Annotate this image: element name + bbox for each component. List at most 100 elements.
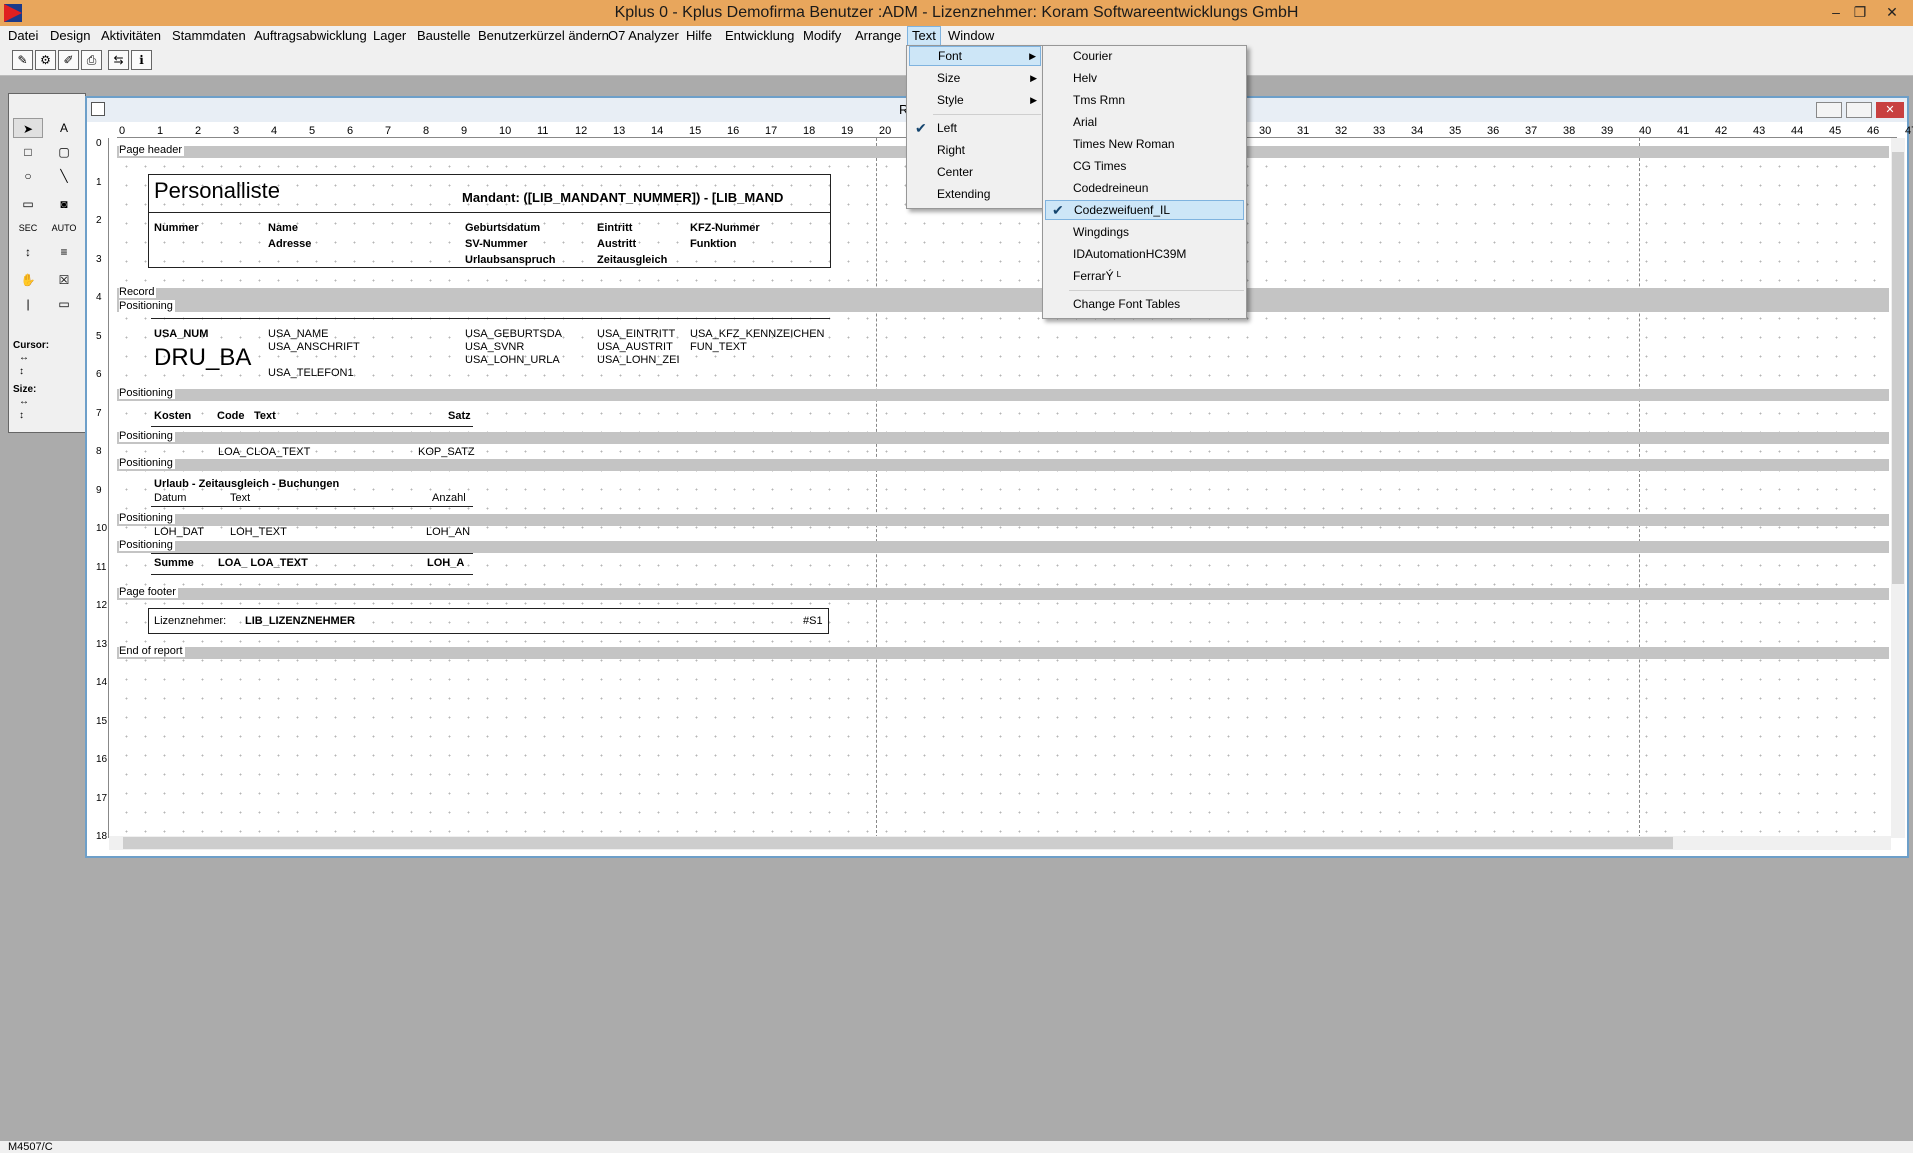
- menu-entwicklung[interactable]: Entwicklung: [725, 26, 794, 46]
- menu-item-font[interactable]: Font ▶: [909, 46, 1041, 66]
- field-usa-telefon[interactable]: USA_TELEFON1: [268, 367, 354, 379]
- col-geburtsdatum[interactable]: Geburtsdatum: [465, 222, 540, 234]
- field-usa-kfz[interactable]: USA_KFZ_KENNZEICHEN: [690, 328, 824, 340]
- field-usa-lohn-urla[interactable]: USA_LOHN_URLA: [465, 354, 560, 366]
- menu-stammdaten[interactable]: Stammdaten: [172, 26, 246, 46]
- horizontal-scroll-thumb[interactable]: [123, 837, 1673, 849]
- line-tool-icon[interactable]: ╲: [49, 166, 79, 186]
- summe-label[interactable]: Summe: [154, 557, 194, 569]
- ellipse-tool-icon[interactable]: ○: [13, 166, 43, 186]
- toolbar-swap-icon[interactable]: ⇆: [108, 50, 129, 70]
- sort-tool-icon[interactable]: ↕: [13, 242, 43, 262]
- menu-item-right[interactable]: Right: [909, 140, 1041, 160]
- field-page-number[interactable]: #S1: [803, 615, 823, 627]
- menu-arrange[interactable]: Arrange: [855, 26, 901, 46]
- vertical-scroll-thumb[interactable]: [1892, 152, 1904, 584]
- auto-tool-icon[interactable]: AUTO: [49, 218, 79, 238]
- field-usa-anschrift[interactable]: USA_ANSCHRIFT: [268, 341, 360, 353]
- rounded-rect-tool-icon[interactable]: ▢: [49, 142, 79, 162]
- font-cg-times[interactable]: CG Times: [1045, 156, 1244, 176]
- field-tool-icon[interactable]: ▭: [13, 194, 43, 214]
- picture-tool-icon[interactable]: ◙: [49, 194, 79, 214]
- menu-item-left[interactable]: ✔ Left: [909, 118, 1041, 138]
- field-loh-text[interactable]: LOH_TEXT: [230, 526, 287, 538]
- font-wingdings[interactable]: Wingdings: [1045, 222, 1244, 242]
- menu-hilfe[interactable]: Hilfe: [686, 26, 712, 46]
- font-helv[interactable]: Helv: [1045, 68, 1244, 88]
- font-ferrari[interactable]: FerrarÝ ᴸ: [1045, 266, 1244, 286]
- col-code[interactable]: Code: [217, 410, 245, 422]
- menu-datei[interactable]: Datei: [8, 26, 38, 46]
- col-nummer[interactable]: Nummer: [154, 222, 199, 234]
- pointer-tool-icon[interactable]: ➤: [13, 118, 43, 138]
- close-button[interactable]: ✕: [1878, 2, 1906, 22]
- field-usa-austrit[interactable]: USA_AUSTRIT: [597, 341, 673, 353]
- band-end-of-report[interactable]: [117, 647, 1889, 659]
- group-tool-icon[interactable]: ≡: [49, 242, 79, 262]
- menu-item-extending[interactable]: Extending: [909, 184, 1041, 204]
- report-close-button[interactable]: ✕: [1876, 102, 1904, 118]
- report-minimize-button[interactable]: [1816, 102, 1842, 118]
- restore-button[interactable]: ❐: [1846, 2, 1874, 22]
- menu-benutzerkuerzel[interactable]: Benutzerkürzel ändern: [478, 26, 609, 46]
- font-tms-rmn[interactable]: Tms Rmn: [1045, 90, 1244, 110]
- pen-tool-icon[interactable]: |: [13, 294, 43, 314]
- band-page-footer[interactable]: [117, 588, 1889, 600]
- mandant-field[interactable]: Mandant: ([LIB_MANDANT_NUMMER]) - [LIB_M…: [462, 190, 783, 205]
- vertical-scrollbar[interactable]: [1891, 138, 1905, 838]
- text-tool-icon[interactable]: A: [49, 118, 79, 138]
- band-positioning[interactable]: [117, 459, 1889, 471]
- field-lib-lizenznehmer[interactable]: LIB_LIZENZNEHMER: [245, 615, 355, 627]
- field-usa-name[interactable]: USA_NAME: [268, 328, 329, 340]
- field-usa-geburtsda[interactable]: USA_GEBURTSDA: [465, 328, 562, 340]
- report-title-field[interactable]: Personalliste: [154, 178, 280, 204]
- col-zeitausgleich[interactable]: Zeitausgleich: [597, 254, 667, 266]
- col-kfz-nummer[interactable]: KFZ-Nummer: [690, 222, 760, 234]
- toolbar-pencil-icon[interactable]: ✐: [58, 50, 79, 70]
- change-font-tables[interactable]: Change Font Tables: [1045, 294, 1244, 314]
- font-codedreineun[interactable]: Codedreineun: [1045, 178, 1244, 198]
- frame-tool-icon[interactable]: ▭: [49, 294, 79, 314]
- col-urlaub-text[interactable]: Text: [230, 492, 250, 504]
- col-anzahl[interactable]: Anzahl: [432, 492, 466, 504]
- col-urlaubsanspruch[interactable]: Urlaubsanspruch: [465, 254, 555, 266]
- col-datum[interactable]: Datum: [154, 492, 186, 504]
- menu-item-center[interactable]: Center: [909, 162, 1041, 182]
- field-usa-lohn-zei[interactable]: USA_LOHN_ZEI: [597, 354, 680, 366]
- menu-o7-analyzer[interactable]: O7 Analyzer: [608, 26, 679, 46]
- font-codezweifuenf-il[interactable]: ✔ Codezweifuenf_IL: [1045, 200, 1244, 220]
- field-fun-text[interactable]: FUN_TEXT: [690, 341, 747, 353]
- col-satz[interactable]: Satz: [448, 410, 471, 422]
- toolbar-print-icon[interactable]: ⎙: [81, 50, 102, 70]
- menu-auftragsabwicklung[interactable]: Auftragsabwicklung: [254, 26, 367, 46]
- col-kosten[interactable]: Kosten: [154, 410, 191, 422]
- field-loa-cloa-text[interactable]: LOA_CLOA_TEXT: [218, 446, 310, 458]
- hand-tool-icon[interactable]: ✋: [13, 270, 43, 290]
- band-positioning[interactable]: [117, 541, 1889, 553]
- menu-modify[interactable]: Modify: [803, 26, 841, 46]
- menu-design[interactable]: Design: [50, 26, 90, 46]
- field-kop-satz[interactable]: KOP_SATZ: [418, 446, 475, 458]
- toolbar-edit-icon[interactable]: ✎: [12, 50, 33, 70]
- sec-tool-icon[interactable]: SEC: [13, 218, 43, 238]
- col-text[interactable]: Text: [254, 410, 276, 422]
- font-arial[interactable]: Arial: [1045, 112, 1244, 132]
- col-funktion[interactable]: Funktion: [690, 238, 736, 250]
- field-usa-eintritt[interactable]: USA_EINTRITT: [597, 328, 675, 340]
- field-usa-svnr[interactable]: USA_SVNR: [465, 341, 524, 353]
- menu-item-style[interactable]: Style ▶: [909, 90, 1041, 110]
- col-name[interactable]: Name: [268, 222, 298, 234]
- field-loh-an[interactable]: LOH_AN: [426, 526, 470, 538]
- font-idautomation[interactable]: IDAutomationHC39M: [1045, 244, 1244, 264]
- font-times-new-roman[interactable]: Times New Roman: [1045, 134, 1244, 154]
- toolbar-settings-icon[interactable]: ⚙: [35, 50, 56, 70]
- menu-baustelle[interactable]: Baustelle: [417, 26, 470, 46]
- menu-aktivitaeten[interactable]: Aktivitäten: [101, 26, 161, 46]
- urlaub-title[interactable]: Urlaub - Zeitausgleich - Buchungen: [154, 478, 339, 490]
- col-sv-nummer[interactable]: SV-Nummer: [465, 238, 527, 250]
- checkbox-tool-icon[interactable]: ☒: [49, 270, 79, 290]
- field-loh-dat[interactable]: LOH_DAT: [154, 526, 204, 538]
- horizontal-scrollbar[interactable]: [109, 836, 1891, 850]
- field-usa-num[interactable]: USA_NUM: [154, 328, 208, 340]
- band-positioning[interactable]: [117, 514, 1889, 526]
